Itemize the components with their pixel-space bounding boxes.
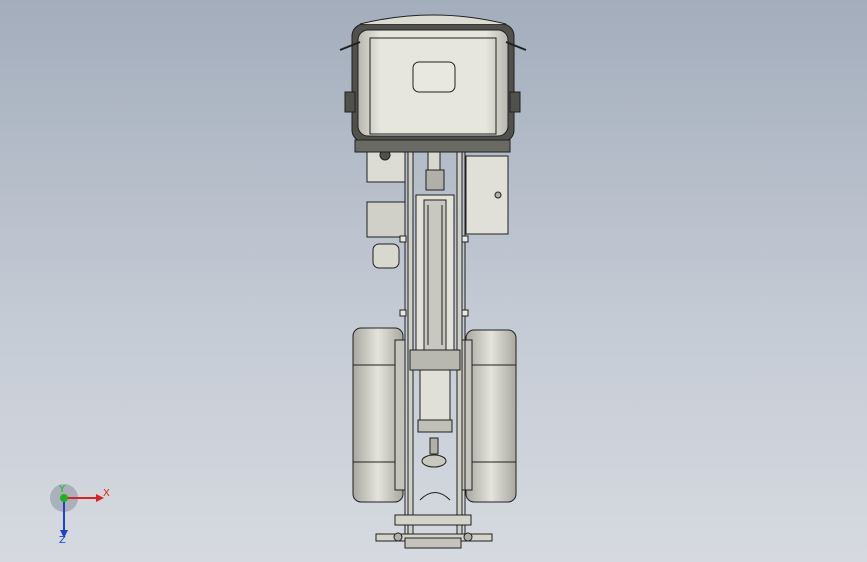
bucket[interactable] [375,514,493,549]
x-axis-label: X [103,488,110,499]
excavator-model-top-view[interactable] [0,0,867,562]
right-track[interactable] [461,329,517,503]
z-axis-label: Z [59,535,66,544]
left-track[interactable] [352,327,406,503]
coordinate-triad: X Y Z [50,484,110,544]
y-axis-dot [60,494,68,502]
graphics-viewport[interactable]: X Y Z [0,0,867,562]
right-side-box[interactable] [465,155,509,235]
cab[interactable] [339,14,527,153]
left-side-boxes[interactable] [366,149,406,269]
boom-frame[interactable] [404,137,466,541]
y-axis-label: Y [58,484,66,495]
